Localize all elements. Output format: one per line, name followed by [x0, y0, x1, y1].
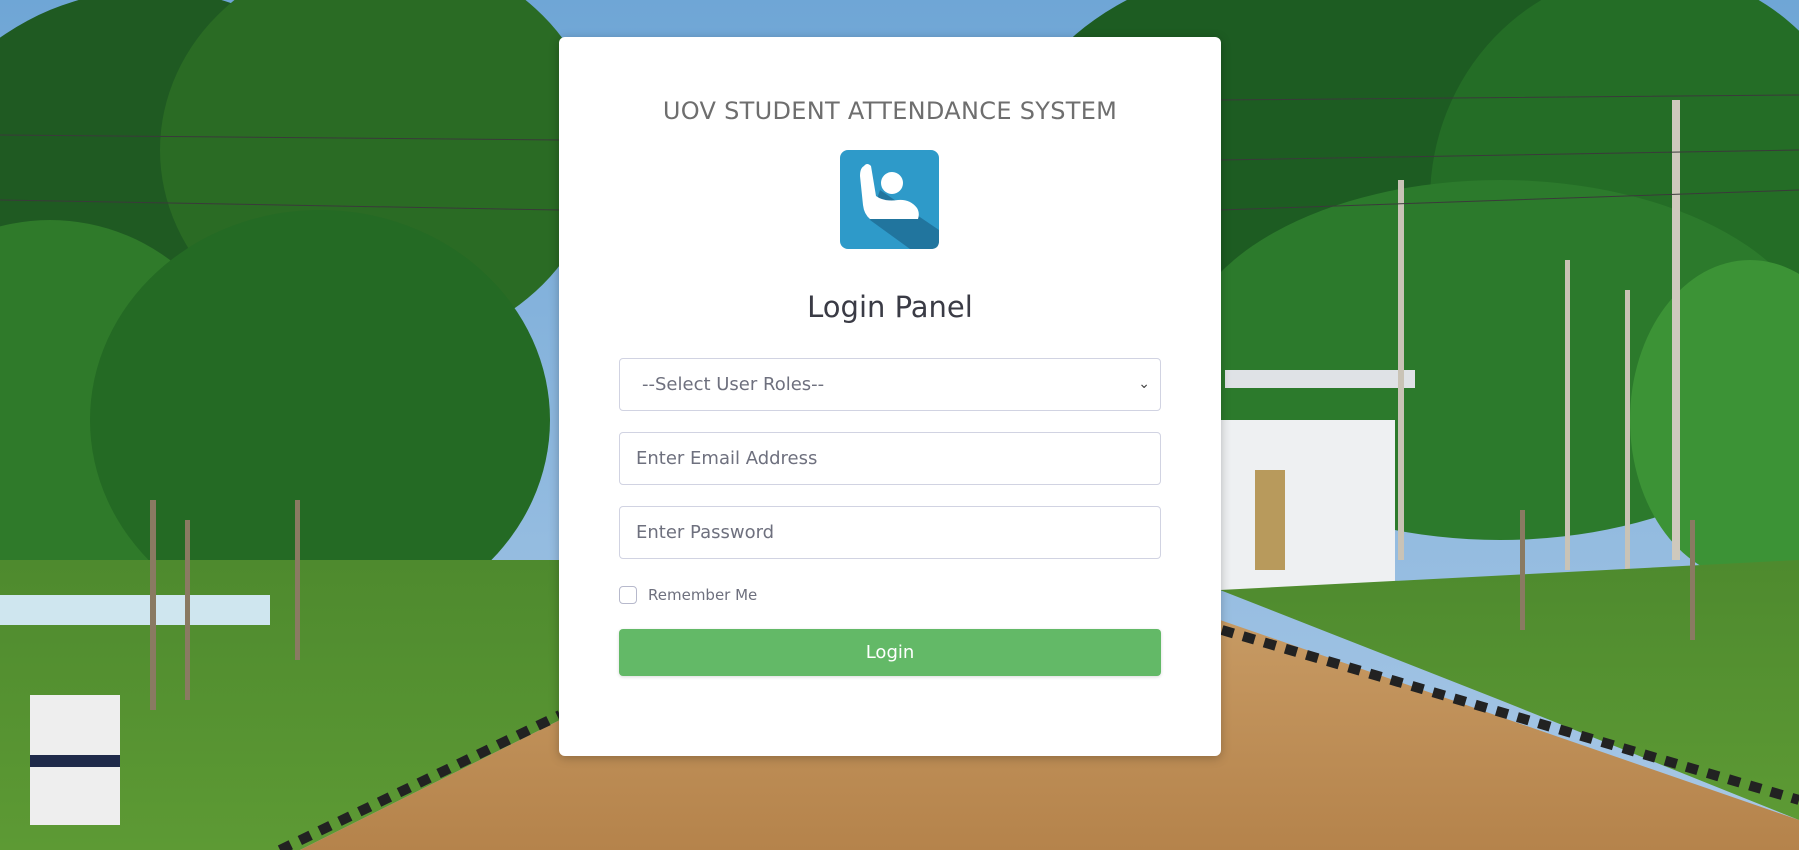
system-title: UOV STUDENT ATTENDANCE SYSTEM: [662, 97, 1118, 125]
login-card: UOV STUDENT ATTENDANCE SYSTEM Login Pane…: [559, 37, 1221, 756]
user-role-select[interactable]: --Select User Roles-- ⌄: [619, 358, 1161, 411]
remember-me-row: Remember Me: [619, 584, 757, 606]
login-button[interactable]: Login: [619, 629, 1161, 676]
password-placeholder: Enter Password: [636, 522, 775, 543]
password-field[interactable]: Enter Password: [619, 506, 1161, 559]
email-placeholder: Enter Email Address: [636, 448, 818, 469]
remember-me-label[interactable]: Remember Me: [648, 586, 757, 604]
remember-me-checkbox[interactable]: [619, 586, 637, 604]
email-field[interactable]: Enter Email Address: [619, 432, 1161, 485]
panel-title: Login Panel: [807, 290, 973, 324]
raised-hand-student-icon: [840, 150, 939, 249]
user-role-selected-value: --Select User Roles--: [642, 374, 825, 395]
chevron-down-icon: ⌄: [1138, 376, 1150, 392]
